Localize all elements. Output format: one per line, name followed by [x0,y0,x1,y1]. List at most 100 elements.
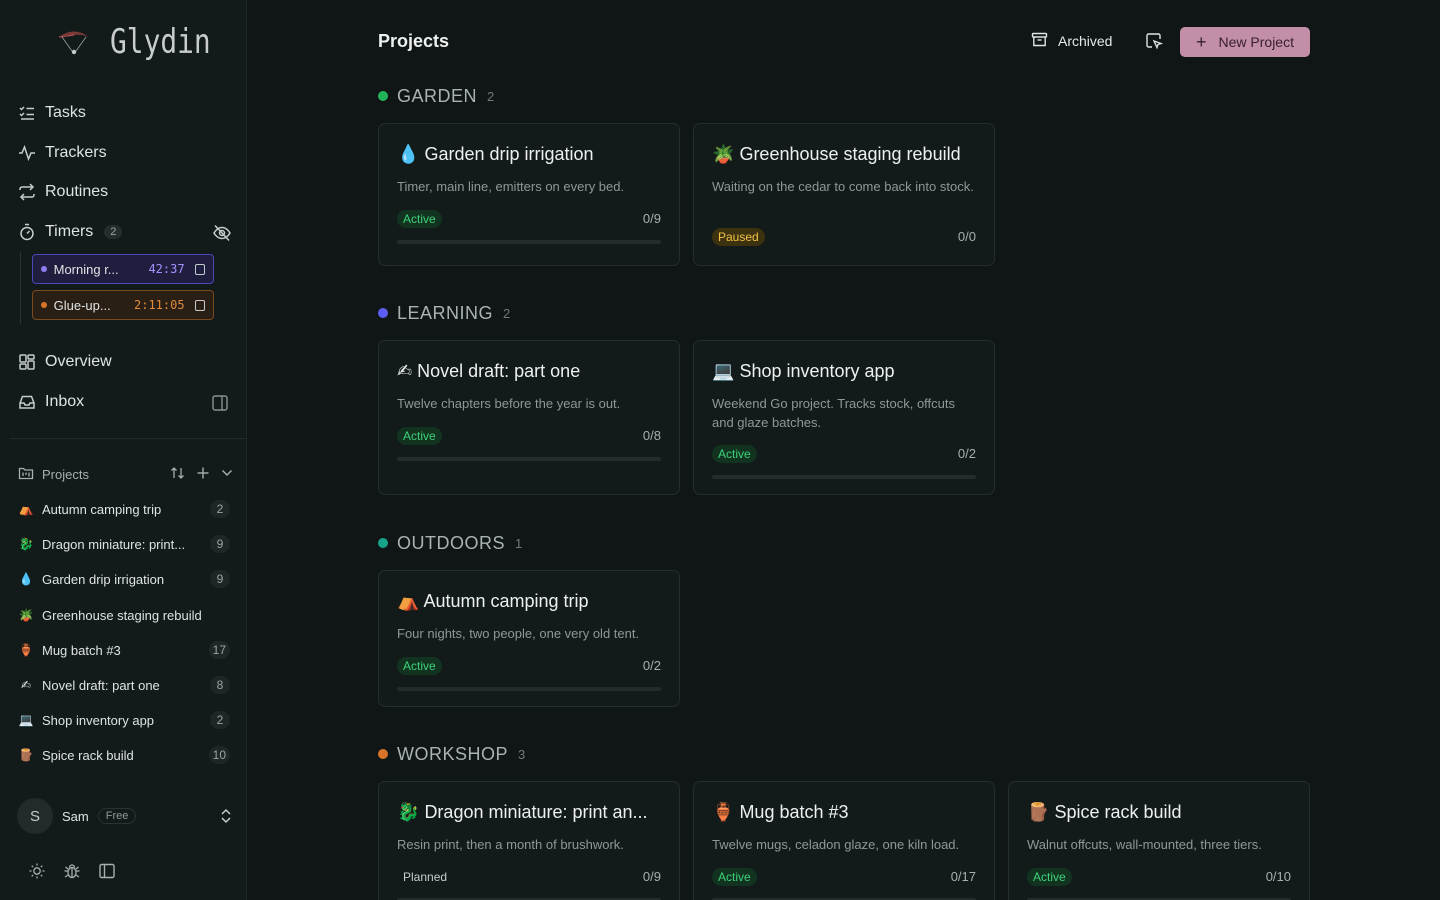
project-title: Mug batch #3 [739,802,849,822]
plus-icon[interactable] [196,466,210,483]
project-emoji-icon: 🪴 [712,144,735,164]
progress-bar [397,457,661,461]
select-cursor-icon[interactable] [1145,32,1164,50]
project-emoji-icon: 🪵 [18,748,34,762]
user-menu[interactable]: S Sam Free [17,798,233,834]
project-card-title: 🪵 Spice rack build [1027,802,1182,823]
group-count: 3 [518,746,526,762]
task-progress-count: 0/10 [1265,869,1291,884]
project-card-title: 🪴 Greenhouse staging rebuild [712,144,961,165]
nav-overview[interactable]: Overview [18,348,112,376]
project-card-title: 🏺 Mug batch #3 [712,802,849,823]
archived-button[interactable]: Archived [1031,30,1112,52]
project-description: Weekend Go project. Tracks stock, offcut… [712,396,956,430]
group-header[interactable]: GARDEN 2 [378,85,494,107]
project-card[interactable]: ⛺ Autumn camping trip Four nights, two pe… [378,570,680,707]
stopwatch-icon [18,223,36,241]
sun-icon[interactable] [28,862,46,885]
project-card[interactable]: 🏺 Mug batch #3 Twelve mugs, celadon glaze… [693,781,995,900]
project-card[interactable]: 💻 Shop inventory app Weekend Go project. … [693,340,995,495]
sidebar-footer-tools [28,862,116,885]
avatar: S [17,798,53,834]
project-title: Spice rack build [1054,802,1182,822]
folder-kanban-icon [18,465,34,484]
group-header[interactable]: LEARNING 2 [378,302,510,324]
project-card[interactable]: 💧 Garden drip irrigation Timer, main line… [378,123,680,266]
group-header[interactable]: WORKSHOP 3 [378,743,525,765]
group-count: 2 [503,305,511,321]
project-description: Waiting on the cedar to come back into s… [712,179,974,194]
bug-icon[interactable] [63,862,81,885]
sidebar-project-item[interactable]: 🏺 Mug batch #3 17 [18,638,230,662]
sidebar-project-item[interactable]: 💧 Garden drip irrigation 9 [18,567,230,591]
project-card-title: ⛺ Autumn camping trip [397,591,589,612]
project-title: Dragon miniature: print an... [424,802,648,822]
status-badge: Active [397,210,442,228]
sidebar-project-label: Autumn camping trip [42,501,162,517]
panel-left-icon[interactable] [98,862,116,885]
sidebar-project-item[interactable]: ⛺ Autumn camping trip 2 [18,497,230,521]
new-project-button[interactable]: + New Project [1180,27,1310,57]
archived-label: Archived [1058,33,1113,49]
nav-trackers[interactable]: Trackers [18,139,107,167]
inbox-icon [18,393,36,411]
sidebar-project-item[interactable]: 🐉 Dragon miniature: print... 9 [18,532,230,556]
repeat-icon [18,183,36,201]
nav-inbox[interactable]: Inbox [18,388,84,416]
plus-icon: + [1196,32,1207,52]
running-timer[interactable]: Morning r... 42:37 [32,254,214,284]
nav-timers[interactable]: Timers 2 [18,218,123,246]
stop-icon[interactable] [194,299,205,311]
app-logo[interactable]: Glydin [56,20,233,64]
app-name: Glydin [110,22,211,62]
archive-icon [1031,31,1048,51]
project-description: Timer, main line, emitters on every bed. [397,179,625,194]
project-emoji-icon: 💧 [18,572,34,586]
project-card-title: 🐉 Dragon miniature: print an... [397,802,648,823]
sidebar-project-item[interactable]: 🪴 Greenhouse staging rebuild [18,603,230,627]
list-checks-icon [18,104,36,122]
status-badge: Active [712,445,757,463]
group-header[interactable]: OUTDOORS 1 [378,532,522,554]
project-card[interactable]: 🐉 Dragon miniature: print an... Resin pri… [378,781,680,900]
panel-right-icon[interactable] [211,394,229,412]
project-description: Four nights, two people, one very old te… [397,626,640,641]
project-emoji-icon: ✍ [397,361,413,381]
task-count-badge: 17 [208,641,230,659]
sidebar-project-item[interactable]: 🪵 Spice rack build 10 [18,743,230,767]
group-count: 1 [515,535,523,551]
sidebar-project-label: Mug batch #3 [42,642,121,658]
nav-tasks[interactable]: Tasks [18,99,86,127]
sidebar-project-item[interactable]: ✍ Novel draft: part one 8 [18,673,230,697]
running-timer[interactable]: Glue-up... 2:11:05 [32,290,214,320]
project-card[interactable]: 🪴 Greenhouse staging rebuild Waiting on t… [693,123,995,266]
timer-color-dot [41,266,47,272]
group-name: OUTDOORS [397,532,506,553]
stop-icon[interactable] [194,263,205,275]
nav-overview-label: Overview [45,353,112,370]
plan-badge: Free [97,808,137,824]
chevrons-up-down-icon[interactable] [219,807,233,825]
status-badge: Active [397,427,442,445]
sidebar-project-item[interactable]: 💻 Shop inventory app 2 [18,708,230,732]
timer-name: Glue-up... [53,297,111,313]
project-card[interactable]: ✍ Novel draft: part one Twelve chapters b… [378,340,680,495]
task-progress-count: 0/0 [957,229,976,244]
timer-elapsed: 42:37 [148,262,185,276]
timers-rail [20,252,21,324]
project-card-title: ✍ Novel draft: part one [397,361,580,382]
project-card[interactable]: 🪵 Spice rack build Walnut offcuts, wall-m… [1008,781,1310,900]
group-color-dot [378,308,388,318]
nav-routines[interactable]: Routines [18,178,108,206]
chevron-down-icon[interactable] [220,466,234,483]
task-count-badge: 2 [210,500,230,518]
nav-timers-label: Timers [45,223,94,240]
project-description: Twelve mugs, celadon glaze, one kiln loa… [712,837,960,852]
task-count-badge: 9 [210,570,230,588]
sort-icon[interactable] [170,465,186,484]
project-title: Novel draft: part one [417,361,581,381]
project-emoji-icon: 💻 [18,713,34,727]
eye-off-icon[interactable] [212,224,232,242]
project-card-title: 💻 Shop inventory app [712,361,895,382]
activity-icon [18,144,36,162]
